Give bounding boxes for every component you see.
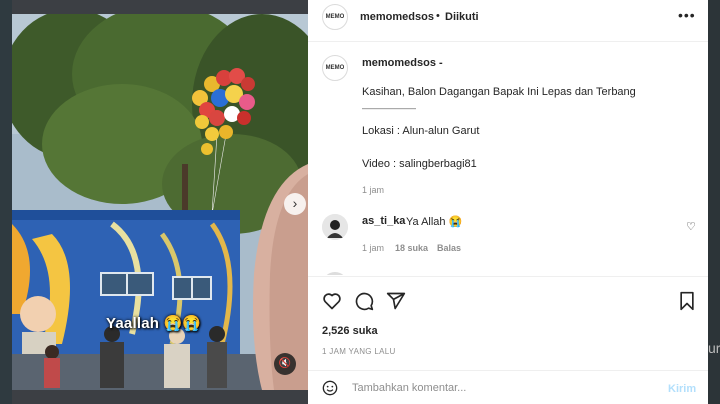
post-details-pane: MEMO memomedsos • Diikuti ••• MEMO memom… <box>308 0 708 404</box>
backdrop-right: ur <box>708 0 720 404</box>
emoji-icon[interactable] <box>322 380 338 401</box>
post-header: MEMO memomedsos • Diikuti ••• <box>308 0 708 42</box>
caption-divider: ―――――― <box>362 103 416 113</box>
more-options-icon[interactable]: ••• <box>678 7 696 23</box>
like-count[interactable]: 2,526 suka <box>322 325 378 337</box>
reply-button[interactable]: Balas <box>437 243 461 253</box>
comment-username[interactable]: as_ti_ka <box>362 215 405 227</box>
caption-timestamp: 1 jam <box>362 185 385 195</box>
separator-dot: • <box>436 10 440 22</box>
comment-avatar[interactable] <box>322 214 348 240</box>
caption-avatar[interactable]: MEMO <box>322 55 348 81</box>
video-caption: Yaallah 😭😭 <box>106 315 202 332</box>
save-bookmark-icon[interactable] <box>678 291 696 316</box>
caption-username[interactable]: memomedsos - <box>362 57 443 69</box>
mute-icon[interactable]: 🔇 <box>274 353 296 375</box>
add-comment-bar: Kirim <box>308 370 708 404</box>
profile-avatar[interactable]: MEMO <box>322 4 348 30</box>
post-comment-button[interactable]: Kirim <box>668 383 696 395</box>
video-frame <box>12 14 308 390</box>
comment-input[interactable] <box>352 377 652 399</box>
comment-likes[interactable]: 18 suka <box>395 243 428 253</box>
comments-scroll-area[interactable]: MEMO memomedsos - Kasihan, Balon Daganga… <box>308 43 708 275</box>
share-send-icon[interactable] <box>386 291 406 316</box>
following-button[interactable]: Diikuti <box>445 11 479 23</box>
comment-timestamp: 1 jam <box>362 243 385 253</box>
post-video[interactable]: Yaallah 😭😭 › 🔇 <box>12 14 308 390</box>
next-media-button[interactable]: › <box>284 193 306 215</box>
caption-line: Lokasi : Alun-alun Garut <box>362 125 480 137</box>
comment-like-icon[interactable]: ♡ <box>686 220 696 233</box>
post-actions: 2,526 suka 1 JAM YANG LALU <box>308 276 708 376</box>
comment-text: Ya Allah 😭 <box>406 216 463 228</box>
next-comment-avatar <box>322 272 348 275</box>
caption-line: Video : salingberbagi81 <box>362 158 477 170</box>
backdrop-edge-text: ur <box>708 340 720 356</box>
post-date: 1 JAM YANG LALU <box>322 347 396 356</box>
comment-avatar-image <box>322 214 348 240</box>
backdrop-left <box>0 0 12 404</box>
caption-line: Kasihan, Balon Dagangan Bapak Ini Lepas … <box>362 86 636 98</box>
post-author-username[interactable]: memomedsos <box>360 11 434 23</box>
like-heart-icon[interactable] <box>322 291 342 316</box>
comment-bubble-icon[interactable] <box>354 291 374 316</box>
